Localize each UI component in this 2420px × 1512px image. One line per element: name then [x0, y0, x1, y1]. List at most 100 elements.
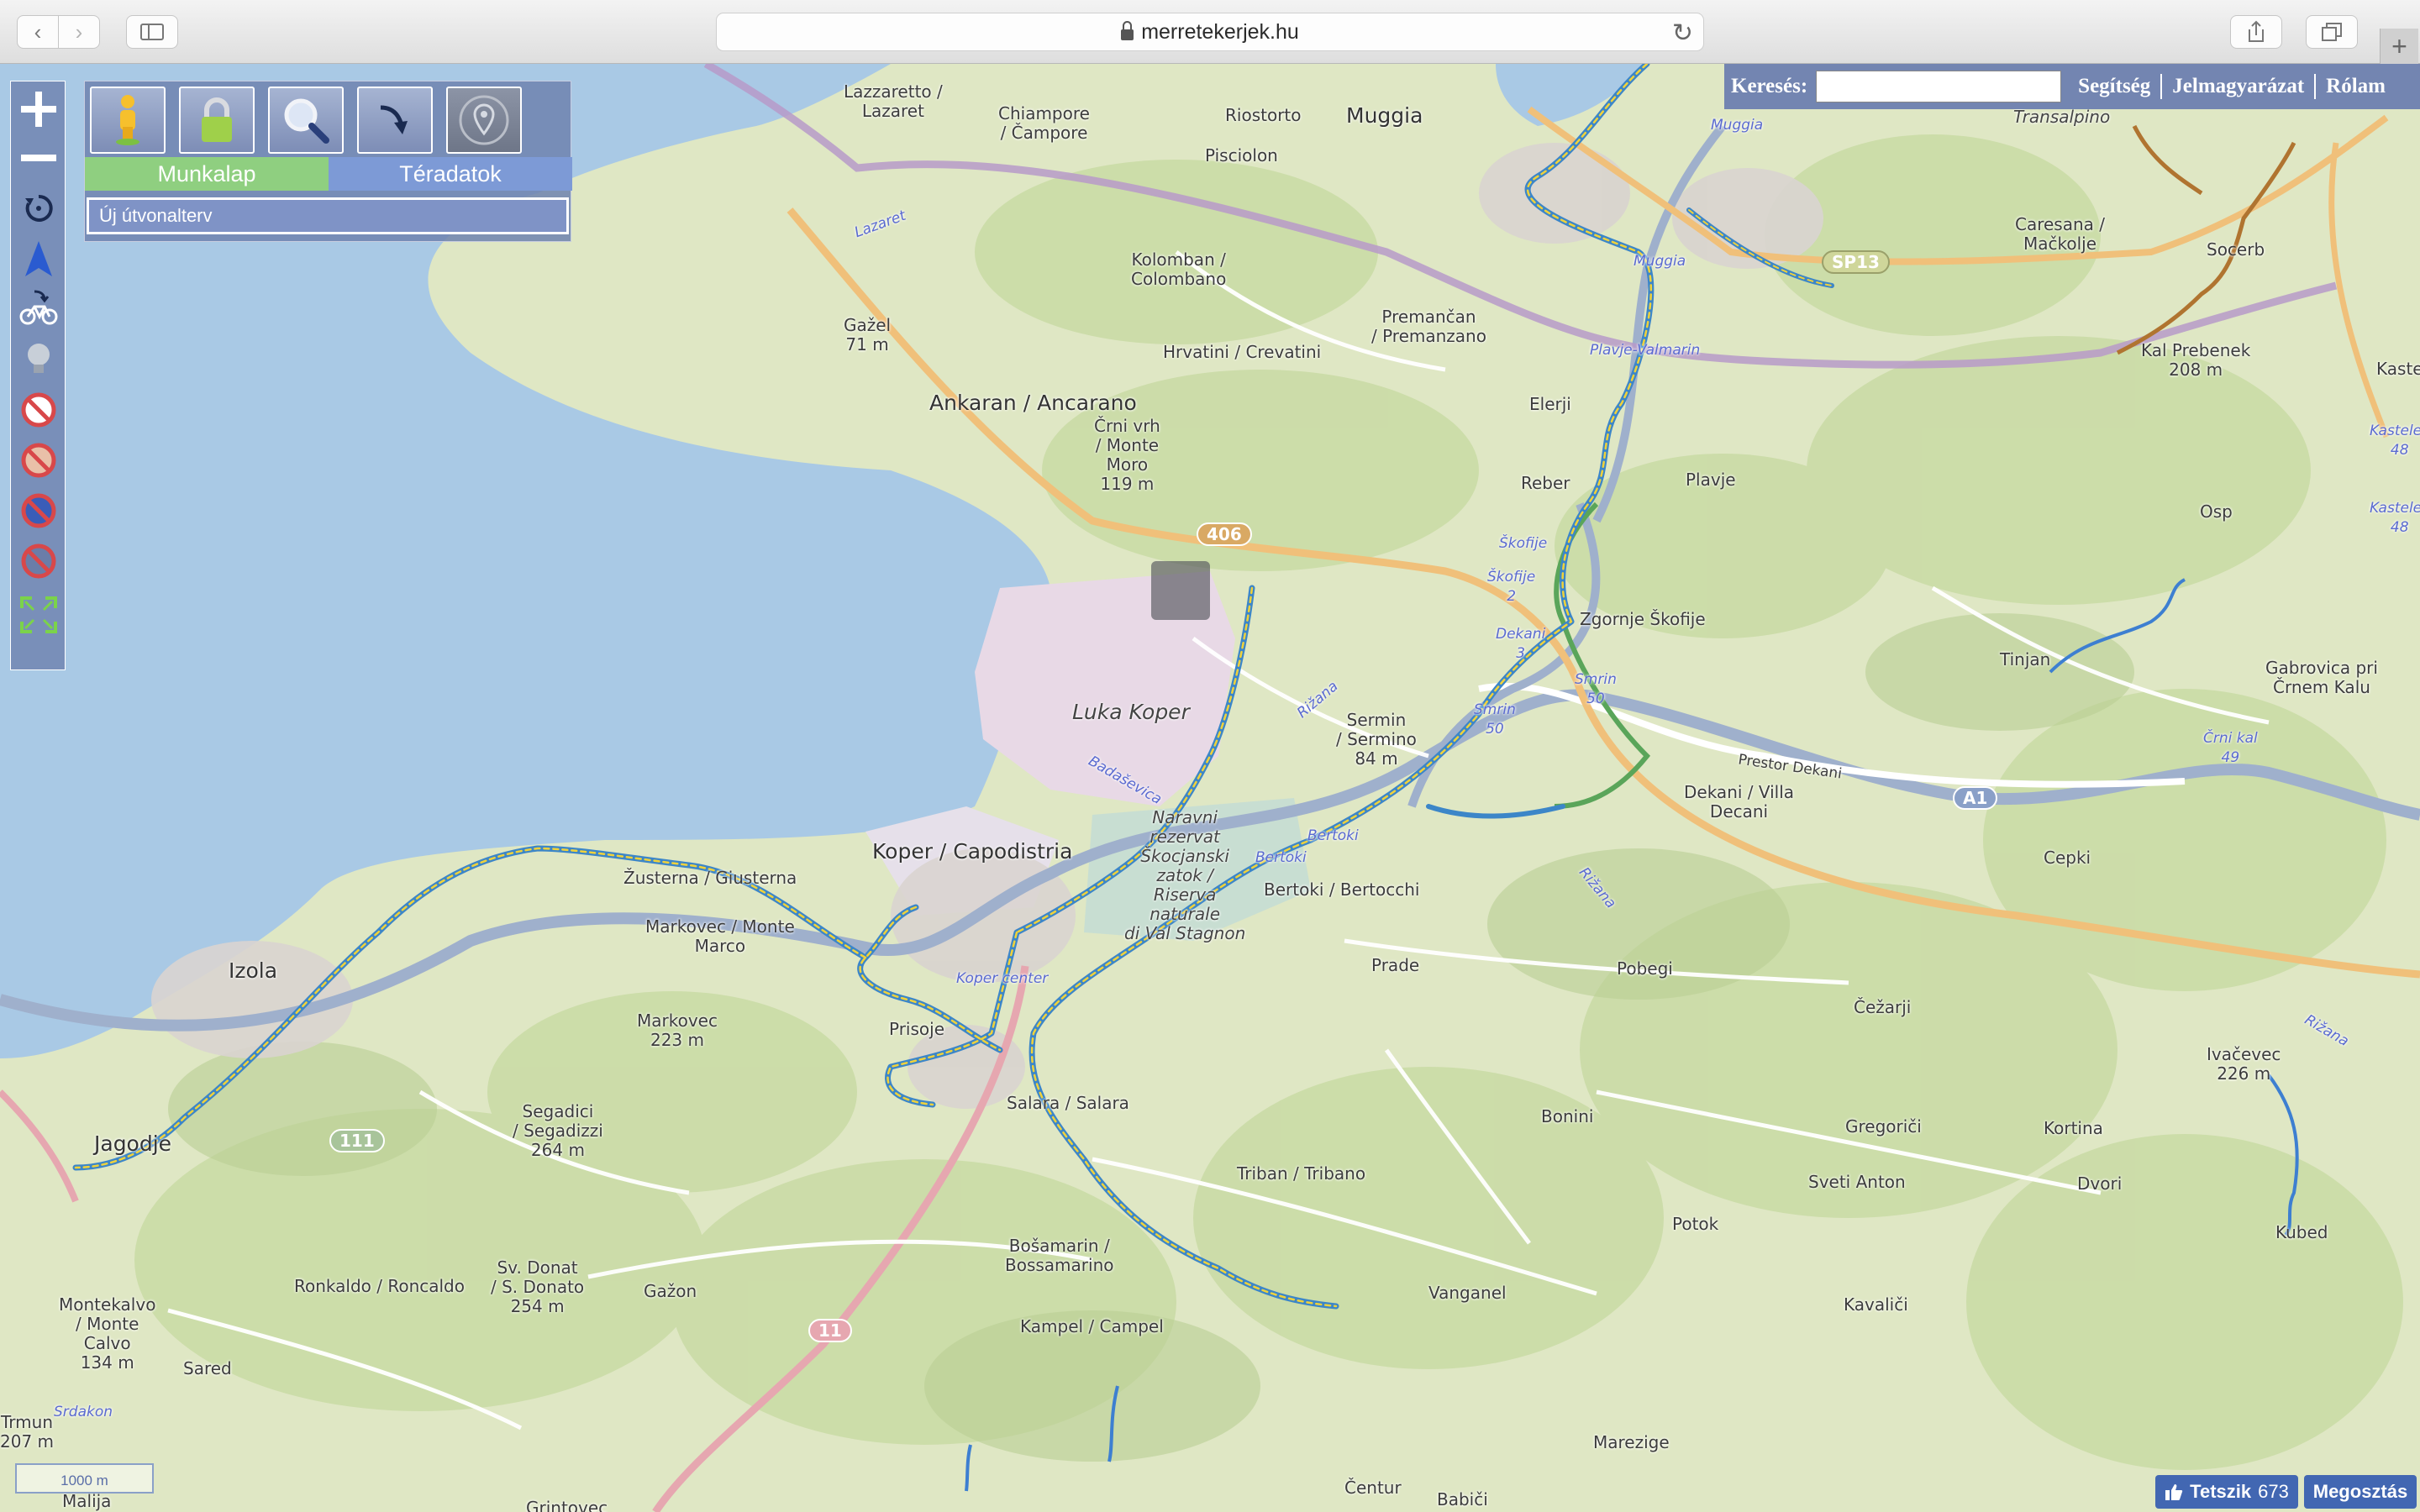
map-water-label: Škofije 2 [1487, 569, 1536, 605]
map-label: Zgornje Škofije [1580, 609, 1706, 629]
search-input[interactable] [1816, 71, 2062, 102]
map-label: Salara / Salara [1007, 1093, 1129, 1113]
show-tabs-button[interactable] [2306, 15, 2358, 49]
map-label: Osp [2200, 501, 2233, 522]
map-water-label: Škofije [1499, 535, 1548, 552]
map-label: Bošamarin / Bossamarino [1005, 1236, 1114, 1275]
road-shield-11: 11 [808, 1319, 852, 1342]
avoid-option-3-button[interactable] [16, 488, 61, 533]
lock-icon [1121, 20, 1134, 40]
fullscreen-button[interactable] [16, 592, 61, 638]
share-button[interactable] [2230, 15, 2282, 49]
map-label: Markovec / Monte Marco [645, 916, 795, 956]
avoid-option-4-button[interactable] [16, 538, 61, 584]
map-label: Vanganel [1428, 1283, 1507, 1303]
map-label: Pobegi [1617, 958, 1673, 979]
no-road-icon [21, 543, 56, 579]
map-label: Markovec 223 m [637, 1011, 718, 1050]
search-bar: Keresés: Segítség Jelmagyarázat Rólam [1724, 64, 2420, 109]
map-water-label: Smrin 50 [1474, 701, 1516, 738]
map-label: Babiči [1437, 1489, 1488, 1509]
map-label: Kubed [2275, 1222, 2328, 1242]
map-label: Kolomban / Colombano [1131, 249, 1227, 289]
map-label: Kampel / Campel [1020, 1316, 1164, 1336]
map-label: Marezige [1593, 1432, 1670, 1452]
map-label: Ankaran / Ancarano [929, 391, 1137, 415]
map-water-label: Črni kal 49 [2203, 730, 2258, 766]
avoid-option-2-button[interactable] [16, 438, 61, 483]
map-label: Elerji [1529, 394, 1571, 414]
scale-bar: 1000 m [15, 1463, 154, 1494]
map-label: Čežarji [1854, 997, 1912, 1017]
no-entry-icon [21, 392, 56, 428]
new-tab-button[interactable]: + [2380, 29, 2418, 64]
route-planner-panel: Munkalap Téradatok Új útvonalterv [84, 81, 572, 242]
bicycle-route-button[interactable] [16, 286, 61, 332]
map-label: Grintovec [526, 1498, 608, 1512]
map-label: Kaste [2376, 359, 2420, 379]
map-label: Cepki [2044, 848, 2091, 868]
map-label: Sared [183, 1358, 232, 1378]
search-tool-button[interactable] [268, 87, 344, 154]
map-label: Naravni rezervat Škocjanski zatok / Rise… [1124, 807, 1246, 943]
zoom-in-button[interactable] [16, 87, 61, 132]
map-label: Dvori [2077, 1173, 2123, 1194]
legend-link[interactable]: Jelmagyarázat [2172, 75, 2304, 98]
map-label: Koper / Capodistria [872, 839, 1073, 864]
map-label: Trmun 207 m [0, 1412, 55, 1452]
map-label: Riostorto [1225, 105, 1302, 125]
map-label: Chiampore / Čampore [998, 103, 1090, 143]
separator [2314, 74, 2317, 99]
route-arrow-icon [380, 105, 408, 134]
map-label: Izola [229, 958, 278, 983]
map-canvas[interactable]: Lazzaretto / Lazaret Chiampore / Čampore… [0, 64, 2420, 1512]
map-label: Sermin / Sermino 84 m [1336, 710, 1417, 769]
new-route-plan-item[interactable]: Új útvonalterv [87, 197, 569, 234]
map-label: Sveti Anton [1808, 1172, 1906, 1192]
pegman-button[interactable] [90, 87, 166, 154]
magnifier-icon [284, 98, 329, 144]
facebook-share-button[interactable]: Megosztás [2304, 1475, 2417, 1509]
location-pin-button[interactable] [446, 87, 522, 154]
avoid-option-1-button[interactable] [16, 387, 61, 433]
north-arrow-button[interactable] [16, 236, 61, 281]
sidebar-toggle-button[interactable] [126, 15, 178, 49]
map-label: Premančan / Premanzano [1371, 307, 1486, 346]
browser-toolbar: ‹ › merretekerjek.hu ↻ + [0, 0, 2420, 64]
plus-icon: + [2391, 30, 2407, 61]
chevron-left-icon: ‹ [34, 18, 42, 45]
map-label: Dekani / Villa Decani [1684, 782, 1795, 822]
lock-button[interactable] [179, 87, 255, 154]
map-label: Tinjan [2000, 649, 2051, 669]
map-label: Lazzaretto / Lazaret [844, 81, 943, 121]
zoom-out-button[interactable] [16, 135, 61, 181]
address-bar[interactable]: merretekerjek.hu ↻ [716, 13, 1704, 51]
bicycle-icon [19, 290, 58, 325]
map-water-label: Koper center [956, 970, 1049, 987]
map-label: Muggia [1346, 103, 1423, 128]
map-water-label: Plavje-Valmarin [1590, 342, 1701, 359]
about-link[interactable]: Rólam [2326, 75, 2386, 98]
tab-worksheet[interactable]: Munkalap [85, 157, 329, 191]
facebook-like-button[interactable]: Tetszik 673 [2155, 1475, 2298, 1509]
route-direction-button[interactable] [357, 87, 433, 154]
rotate-icon [25, 194, 53, 222]
reload-icon[interactable]: ↻ [1672, 18, 1693, 48]
light-toggle-button[interactable] [16, 337, 61, 382]
prohibited-icon [21, 443, 56, 478]
help-link[interactable]: Segítség [2078, 75, 2150, 98]
thumbs-up-icon [2165, 1484, 2183, 1500]
forward-button[interactable]: › [58, 15, 100, 49]
tab-geodata[interactable]: Téradatok [329, 157, 572, 191]
reset-rotation-button[interactable] [16, 186, 61, 231]
map-label: Segadici / Segadizzi 264 m [513, 1101, 603, 1160]
map-label: Transalpino [2013, 107, 2111, 127]
map-label: Ivačevec 226 m [2207, 1044, 2281, 1084]
map-pin-icon [459, 95, 509, 145]
back-button[interactable]: ‹ [17, 15, 59, 49]
scale-text: 1000 m [60, 1473, 108, 1488]
map-label: Malijа [62, 1491, 112, 1511]
share-label: Megosztás [2312, 1481, 2408, 1502]
road-shield-111: 111 [329, 1129, 385, 1152]
padlock-icon [202, 97, 232, 142]
